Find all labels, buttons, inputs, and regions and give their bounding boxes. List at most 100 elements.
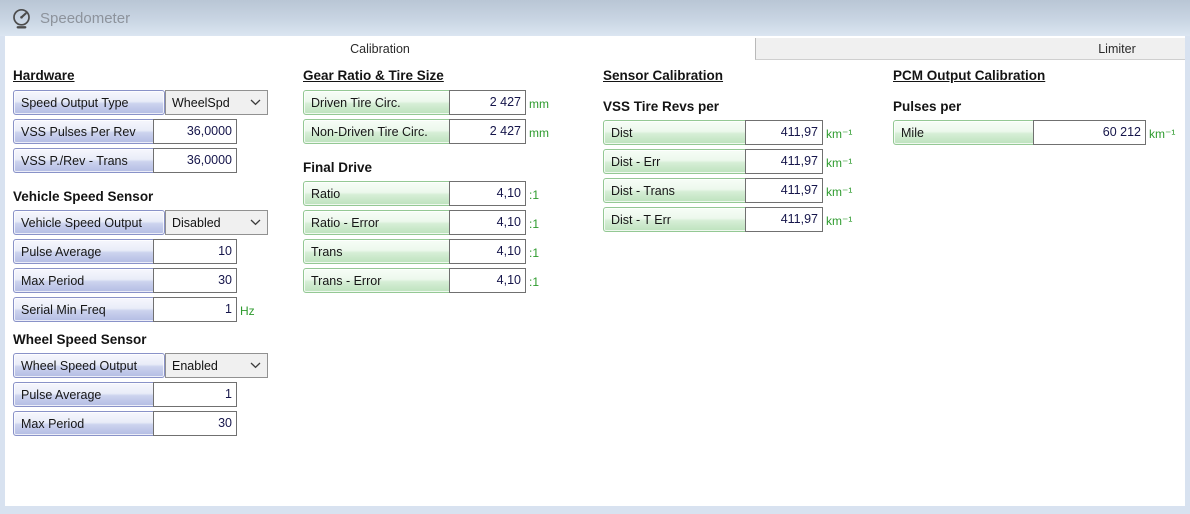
- field-row-vehicle-speed-output: Vehicle Speed Output Disabled: [13, 210, 293, 235]
- field-label: VSS Pulses Per Rev: [13, 119, 165, 144]
- field-row-ratio-error: Ratio - Error 4,10 :1: [303, 210, 593, 235]
- field-row-wss-max-period: Max Period 30: [13, 411, 293, 436]
- unit-label: km⁻¹: [826, 156, 852, 174]
- field-label: Driven Tire Circ.: [303, 90, 457, 115]
- sensor-calibration-column: Sensor Calibration VSS Tire Revs per Dis…: [603, 60, 893, 236]
- vss-pulses-per-rev-input[interactable]: 36,0000: [153, 119, 237, 144]
- unit-label: :1: [529, 275, 539, 293]
- field-row-wss-pulse-average: Pulse Average 1: [13, 382, 293, 407]
- field-row-vss-pulses-per-rev: VSS Pulses Per Rev 36,0000: [13, 119, 293, 144]
- field-label: Pulse Average: [13, 382, 165, 407]
- field-label: Trans - Error: [303, 268, 457, 293]
- field-row-ratio: Ratio 4,10 :1: [303, 181, 593, 206]
- field-row-driven-tire-circ: Driven Tire Circ. 2 427 mm: [303, 90, 593, 115]
- tab-limiter-label: Limiter: [1098, 42, 1136, 56]
- pcm-output-calibration-column: PCM Output Calibration Pulses per Mile 6…: [893, 60, 1190, 149]
- field-row-serial-min-freq: Serial Min Freq 1 Hz: [13, 297, 293, 322]
- field-row-trans-error: Trans - Error 4,10 :1: [303, 268, 593, 293]
- field-label: Serial Min Freq: [13, 297, 165, 322]
- speed-output-type-dropdown[interactable]: WheelSpd: [165, 90, 268, 115]
- field-row-dist: Dist 411,97 km⁻¹: [603, 120, 893, 145]
- field-row-dist-trans: Dist - Trans 411,97 km⁻¹: [603, 178, 893, 203]
- pulses-per-mile-input[interactable]: 60 212: [1033, 120, 1146, 145]
- field-label: Max Period: [13, 268, 165, 293]
- dropdown-value: Enabled: [172, 359, 218, 373]
- unit-label: km⁻¹: [826, 127, 852, 145]
- non-driven-tire-circ-input[interactable]: 2 427: [449, 119, 526, 144]
- wss-max-period-input[interactable]: 30: [153, 411, 237, 436]
- field-label: VSS P./Rev - Trans: [13, 148, 165, 173]
- dist-t-err-input[interactable]: 411,97: [745, 207, 823, 232]
- final-drive-trans-input[interactable]: 4,10: [449, 239, 526, 264]
- subsection-title-vss-tire-revs-per: VSS Tire Revs per: [603, 99, 893, 114]
- gear-ratio-column: Gear Ratio & Tire Size Driven Tire Circ.…: [303, 60, 593, 297]
- speedometer-window: Speedometer Calibration Limiter Hardware…: [0, 0, 1190, 514]
- dropdown-value: Disabled: [172, 216, 221, 230]
- window-frame: Calibration Limiter Hardware Speed Outpu…: [0, 36, 1190, 514]
- vss-prev-trans-input[interactable]: 36,0000: [153, 148, 237, 173]
- dropdown-value: WheelSpd: [172, 96, 230, 110]
- chevron-down-icon: [250, 99, 261, 106]
- driven-tire-circ-input[interactable]: 2 427: [449, 90, 526, 115]
- unit-label: Hz: [240, 304, 255, 322]
- field-label: Max Period: [13, 411, 165, 436]
- wheel-speed-output-dropdown[interactable]: Enabled: [165, 353, 268, 378]
- tab-limiter[interactable]: Limiter: [1057, 42, 1177, 56]
- tab-calibration[interactable]: Calibration: [5, 38, 755, 60]
- unit-label: km⁻¹: [826, 214, 852, 232]
- hardware-column: Hardware Speed Output Type WheelSpd VSS …: [13, 60, 293, 440]
- field-row-mile: Mile 60 212 km⁻¹: [893, 120, 1190, 145]
- window-title: Speedometer: [40, 10, 130, 27]
- unit-label: mm: [529, 97, 549, 115]
- field-label: Dist - T Err: [603, 207, 753, 232]
- wss-pulse-average-input[interactable]: 1: [153, 382, 237, 407]
- field-label: Dist - Trans: [603, 178, 753, 203]
- unit-label: km⁻¹: [1149, 127, 1175, 145]
- section-title-gear-ratio-tire-size: Gear Ratio & Tire Size: [303, 68, 593, 83]
- field-label: Vehicle Speed Output: [13, 210, 165, 235]
- chevron-down-icon: [250, 219, 261, 226]
- section-title-wheel-speed-sensor: Wheel Speed Sensor: [13, 332, 293, 347]
- vehicle-speed-output-dropdown[interactable]: Disabled: [165, 210, 268, 235]
- unit-label: :1: [529, 246, 539, 264]
- vss-max-period-input[interactable]: 30: [153, 268, 237, 293]
- calibration-page: Hardware Speed Output Type WheelSpd VSS …: [5, 60, 1185, 506]
- section-title-pcm-output-calibration: PCM Output Calibration: [893, 68, 1190, 83]
- field-row-vss-pulse-average: Pulse Average 10: [13, 239, 293, 264]
- field-row-wheel-speed-output: Wheel Speed Output Enabled: [13, 353, 293, 378]
- field-label: Non-Driven Tire Circ.: [303, 119, 457, 144]
- final-drive-trans-error-input[interactable]: 4,10: [449, 268, 526, 293]
- unit-label: :1: [529, 188, 539, 206]
- field-row-vss-max-period: Max Period 30: [13, 268, 293, 293]
- field-label: Trans: [303, 239, 457, 264]
- final-drive-ratio-input[interactable]: 4,10: [449, 181, 526, 206]
- field-label: Ratio: [303, 181, 457, 206]
- window-titlebar: Speedometer: [0, 0, 1190, 36]
- field-row-non-driven-tire-circ: Non-Driven Tire Circ. 2 427 mm: [303, 119, 593, 144]
- field-label: Pulse Average: [13, 239, 165, 264]
- field-row-dist-t-err: Dist - T Err 411,97 km⁻¹: [603, 207, 893, 232]
- tab-strip-filler: Limiter: [755, 38, 1185, 60]
- unit-label: :1: [529, 217, 539, 235]
- dist-err-input[interactable]: 411,97: [745, 149, 823, 174]
- field-row-speed-output-type: Speed Output Type WheelSpd: [13, 90, 293, 115]
- serial-min-freq-input[interactable]: 1: [153, 297, 237, 322]
- field-label: Speed Output Type: [13, 90, 165, 115]
- chevron-down-icon: [250, 362, 261, 369]
- section-title-final-drive: Final Drive: [303, 160, 593, 175]
- subsection-title-pulses-per: Pulses per: [893, 99, 1190, 114]
- dist-trans-input[interactable]: 411,97: [745, 178, 823, 203]
- unit-label: km⁻¹: [826, 185, 852, 203]
- speedometer-gauge-icon: [11, 8, 32, 29]
- section-title-sensor-calibration: Sensor Calibration: [603, 68, 893, 83]
- field-label: Dist - Err: [603, 149, 753, 174]
- field-label: Dist: [603, 120, 753, 145]
- dist-input[interactable]: 411,97: [745, 120, 823, 145]
- final-drive-ratio-error-input[interactable]: 4,10: [449, 210, 526, 235]
- vss-pulse-average-input[interactable]: 10: [153, 239, 237, 264]
- field-row-vss-prev-trans: VSS P./Rev - Trans 36,0000: [13, 148, 293, 173]
- tab-calibration-label: Calibration: [350, 42, 410, 56]
- field-label: Wheel Speed Output: [13, 353, 165, 378]
- unit-label: mm: [529, 126, 549, 144]
- field-label: Mile: [893, 120, 1041, 145]
